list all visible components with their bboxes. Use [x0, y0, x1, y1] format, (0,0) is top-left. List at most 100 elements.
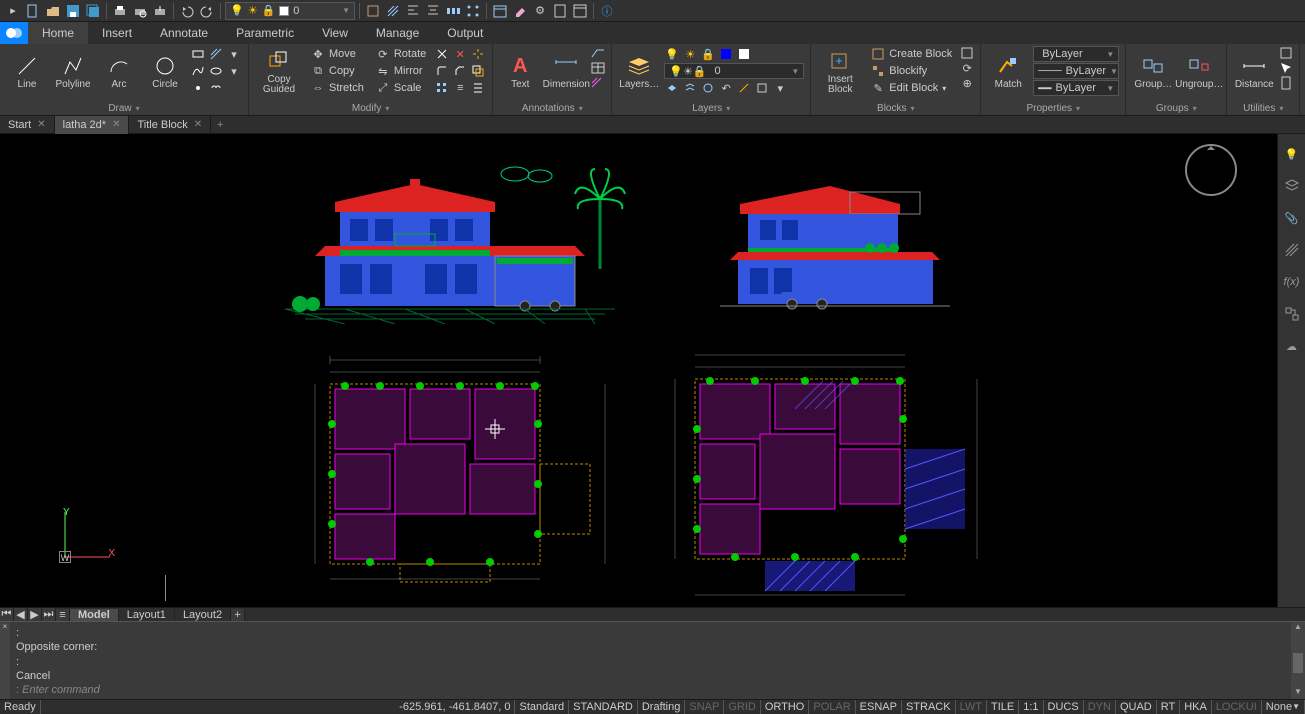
panel-title[interactable]: Draw — [6, 102, 242, 115]
help-icon[interactable]: ⓘ — [598, 2, 616, 20]
save-icon[interactable] — [64, 2, 82, 20]
menu-view[interactable]: View — [308, 22, 362, 44]
match-button[interactable]: Match — [987, 46, 1029, 98]
status-none[interactable]: None ▼ — [1262, 700, 1305, 714]
array-icon[interactable] — [464, 2, 482, 20]
toggle-dyn[interactable]: DYN — [1084, 700, 1116, 714]
distribute-icon[interactable] — [444, 2, 462, 20]
align-icon[interactable]: ≡ — [452, 80, 468, 96]
cmd-close-icon[interactable]: × — [0, 622, 10, 699]
toggle-esnap[interactable]: ESNAP — [856, 700, 902, 714]
align-left-icon[interactable] — [404, 2, 422, 20]
layout-add-icon[interactable]: + — [231, 609, 245, 621]
layer-cur-icon[interactable] — [754, 80, 770, 96]
toggle-strack[interactable]: STRACK — [902, 700, 956, 714]
layer-lock-icon[interactable]: 🔒 — [700, 46, 716, 62]
menu-manage[interactable]: Manage — [362, 22, 433, 44]
undo-icon[interactable] — [178, 2, 196, 20]
panel-title[interactable]: Properties — [987, 102, 1119, 115]
menu-output[interactable]: Output — [433, 22, 497, 44]
ungroup-button[interactable]: Ungroup… — [1178, 46, 1220, 98]
bulb-icon[interactable]: 💡 — [1282, 144, 1302, 164]
rotate-button[interactable]: ⟳Rotate — [372, 46, 430, 62]
qat-layer-dropdown[interactable]: 💡 ☀ 🔒 0 ▼ — [225, 2, 355, 20]
status-standard1[interactable]: Standard — [515, 700, 569, 714]
scale-button[interactable]: ⤢Scale — [372, 80, 430, 96]
eraser-icon[interactable] — [511, 2, 529, 20]
layout-next-icon[interactable]: ▶ — [28, 608, 42, 621]
layer-off-icon[interactable] — [736, 46, 752, 62]
stretch-button[interactable]: ⇔Stretch — [307, 80, 368, 96]
cmd-scrollbar[interactable]: ▲ ▼ — [1291, 622, 1305, 699]
window-icon[interactable] — [571, 2, 589, 20]
layer-walk-icon[interactable] — [700, 80, 716, 96]
scroll-thumb[interactable] — [1293, 653, 1303, 673]
structure-icon[interactable] — [1282, 304, 1302, 324]
command-history[interactable]: : Opposite corner: : Cancel : Enter comm… — [10, 622, 1291, 699]
spline-icon[interactable] — [190, 63, 206, 79]
print-icon[interactable] — [111, 2, 129, 20]
hatch-rail-icon[interactable] — [1282, 240, 1302, 260]
toggle-hka[interactable]: HKA — [1180, 700, 1212, 714]
insert-block-button[interactable]: Insert Block — [817, 46, 863, 98]
fillet-icon[interactable] — [434, 63, 450, 79]
toggle-polar[interactable]: POLAR — [809, 700, 855, 714]
close-icon[interactable]: ✕ — [37, 119, 45, 130]
calc-icon[interactable] — [1279, 76, 1293, 90]
scroll-up-icon[interactable]: ▲ — [1291, 622, 1305, 634]
align-center-icon[interactable] — [424, 2, 442, 20]
dimension-button[interactable]: Dimension — [545, 46, 587, 98]
menu-insert[interactable]: Insert — [88, 22, 146, 44]
menu-home[interactable]: Home — [28, 22, 88, 44]
fx-icon[interactable]: f(x) — [1282, 272, 1302, 292]
move-button[interactable]: ✥Move — [307, 46, 368, 62]
layer-state-icon[interactable]: 💡 — [664, 46, 680, 62]
attach-icon[interactable]: 📎 — [1282, 208, 1302, 228]
linetype-combo[interactable]: ───ByLayer▼ — [1033, 63, 1119, 79]
toggle-ortho[interactable]: ORTHO — [761, 700, 810, 714]
layers-button[interactable]: Layers… — [618, 46, 660, 98]
toggle-ducs[interactable]: DUCS — [1044, 700, 1084, 714]
panel-title[interactable]: Groups — [1132, 102, 1220, 115]
publish-icon[interactable] — [151, 2, 169, 20]
status-standard2[interactable]: STANDARD — [569, 700, 638, 714]
layout-2[interactable]: Layout2 — [175, 609, 231, 621]
explode-icon[interactable] — [470, 46, 486, 62]
offset-icon[interactable] — [470, 63, 486, 79]
distance-button[interactable]: Distance — [1233, 46, 1275, 98]
open-icon[interactable] — [44, 2, 62, 20]
doctab-start[interactable]: Start✕ — [0, 116, 55, 134]
block-sync-icon[interactable]: ⟳ — [960, 61, 974, 75]
hatch-panel-icon[interactable] — [208, 46, 224, 62]
layer-more-icon[interactable]: ▾ — [772, 80, 788, 96]
saveall-icon[interactable] — [84, 2, 102, 20]
layout-first-icon[interactable]: ⏮ — [0, 608, 14, 621]
measure-area-icon[interactable] — [1279, 46, 1293, 60]
arc-button[interactable]: Arc — [98, 46, 140, 98]
add-tab-button[interactable]: + — [211, 119, 229, 131]
layer-iso-icon[interactable] — [664, 80, 680, 96]
layer-merge-icon[interactable] — [682, 80, 698, 96]
offset-mult-icon[interactable] — [470, 80, 486, 96]
panel-title[interactable]: Modify — [255, 102, 486, 115]
group-button[interactable]: Group… — [1132, 46, 1174, 98]
select-icon[interactable] — [1279, 61, 1293, 75]
copy-guided-button[interactable]: Copy Guided — [255, 46, 303, 98]
doctab-active[interactable]: latha 2d*✕ — [55, 116, 130, 134]
layer-match-icon[interactable] — [736, 80, 752, 96]
gear-icon[interactable]: ⚙ — [531, 2, 549, 20]
cloud-icon[interactable]: ☁ — [1282, 336, 1302, 356]
chamfer-icon[interactable] — [452, 63, 468, 79]
hatch-ann-icon[interactable] — [591, 76, 605, 90]
panel-title[interactable]: Annotations — [499, 102, 605, 115]
panel-title[interactable]: Blocks — [817, 102, 974, 115]
text-button[interactable]: AText — [499, 46, 541, 98]
leader-icon[interactable] — [591, 46, 605, 60]
line-button[interactable]: Line — [6, 46, 48, 98]
point-icon[interactable] — [190, 80, 206, 96]
color-combo[interactable]: ByLayer▼ — [1033, 46, 1119, 62]
polyline-button[interactable]: Polyline — [52, 46, 94, 98]
app-menu-caret-icon[interactable]: ▸ — [4, 2, 22, 20]
dropdown-icon[interactable]: ▾ — [226, 46, 242, 62]
mirror-button[interactable]: ⇋Mirror — [372, 63, 430, 79]
